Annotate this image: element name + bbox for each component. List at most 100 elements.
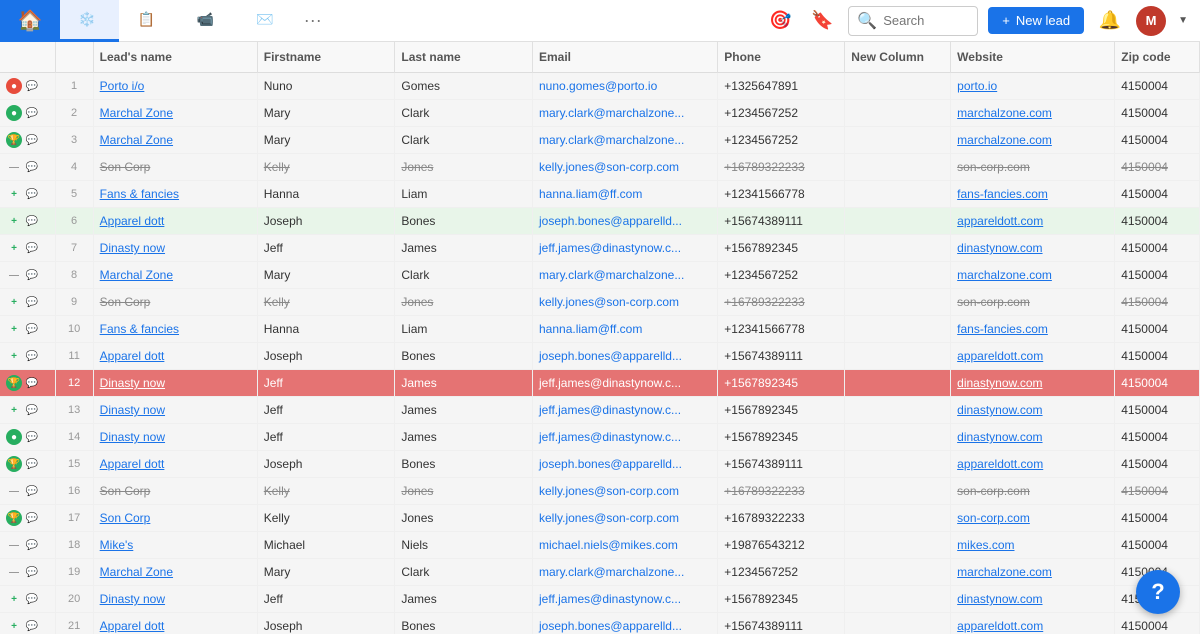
- email-cell[interactable]: michael.niels@mikes.com: [533, 532, 718, 559]
- website-value[interactable]: marchalzone.com: [957, 565, 1052, 579]
- website-cell[interactable]: dinastynow.com: [951, 424, 1115, 451]
- action-icon[interactable]: 💬: [24, 510, 40, 526]
- email-value[interactable]: mary.clark@marchalzone...: [539, 268, 684, 282]
- website-value[interactable]: appareldott.com: [957, 214, 1043, 228]
- lead-name-link[interactable]: Fans & fancies: [100, 322, 179, 336]
- lead-name-cell[interactable]: Son Corp: [93, 478, 257, 505]
- action-icon[interactable]: 💬: [24, 105, 40, 121]
- website-value[interactable]: dinastynow.com: [957, 241, 1042, 255]
- lead-name-link[interactable]: Fans & fancies: [100, 187, 179, 201]
- website-cell[interactable]: son-corp.com: [951, 289, 1115, 316]
- website-cell[interactable]: mikes.com: [951, 532, 1115, 559]
- lead-name-link[interactable]: Marchal Zone: [100, 565, 173, 579]
- website-cell[interactable]: dinastynow.com: [951, 586, 1115, 613]
- email-value[interactable]: kelly.jones@son-corp.com: [539, 160, 679, 174]
- email-value[interactable]: joseph.bones@apparelld...: [539, 457, 682, 471]
- action-icon[interactable]: +: [6, 213, 22, 229]
- help-button[interactable]: ?: [1136, 570, 1180, 614]
- home-icon-wrap[interactable]: 🏠: [0, 0, 60, 42]
- action-icon[interactable]: 💬: [24, 591, 40, 607]
- lead-name-link[interactable]: Dinasty now: [100, 376, 165, 390]
- action-icon[interactable]: ●: [6, 105, 22, 121]
- tab-clients[interactable]: 📹: [179, 0, 238, 42]
- bookmark-icon-btn[interactable]: 🔖: [806, 5, 838, 37]
- action-icon[interactable]: 💬: [24, 294, 40, 310]
- lead-name-cell[interactable]: Marchal Zone: [93, 127, 257, 154]
- lead-name-cell[interactable]: Fans & fancies: [93, 316, 257, 343]
- action-icon[interactable]: 💬: [24, 537, 40, 553]
- website-value[interactable]: dinastynow.com: [957, 403, 1042, 417]
- action-icon[interactable]: 💬: [24, 456, 40, 472]
- action-icon[interactable]: —: [6, 483, 22, 499]
- action-icon[interactable]: 💬: [24, 213, 40, 229]
- lead-name-link[interactable]: Dinasty now: [100, 592, 165, 606]
- lead-name-cell[interactable]: Son Corp: [93, 154, 257, 181]
- website-value[interactable]: dinastynow.com: [957, 376, 1042, 390]
- email-cell[interactable]: joseph.bones@apparelld...: [533, 451, 718, 478]
- website-value[interactable]: fans-fancies.com: [957, 187, 1048, 201]
- lead-name-link[interactable]: Apparel dott: [100, 619, 165, 633]
- lead-name-cell[interactable]: Apparel dott: [93, 208, 257, 235]
- email-cell[interactable]: hanna.liam@ff.com: [533, 316, 718, 343]
- email-cell[interactable]: mary.clark@marchalzone...: [533, 127, 718, 154]
- lead-name-cell[interactable]: Dinasty now: [93, 397, 257, 424]
- website-cell[interactable]: marchalzone.com: [951, 100, 1115, 127]
- website-value[interactable]: son-corp.com: [957, 511, 1030, 525]
- email-value[interactable]: jeff.james@dinastynow.c...: [539, 430, 681, 444]
- website-cell[interactable]: appareldott.com: [951, 343, 1115, 370]
- lead-name-cell[interactable]: Fans & fancies: [93, 181, 257, 208]
- lead-name-link[interactable]: Marchal Zone: [100, 268, 173, 282]
- email-value[interactable]: nuno.gomes@porto.io: [539, 79, 657, 93]
- email-value[interactable]: joseph.bones@apparelld...: [539, 619, 682, 633]
- lead-name-cell[interactable]: Marchal Zone: [93, 262, 257, 289]
- website-value[interactable]: dinastynow.com: [957, 592, 1042, 606]
- tab-cold-prospects[interactable]: ❄️: [60, 0, 119, 42]
- email-value[interactable]: jeff.james@dinastynow.c...: [539, 241, 681, 255]
- lead-name-cell[interactable]: Son Corp: [93, 505, 257, 532]
- lead-name-link[interactable]: Marchal Zone: [100, 133, 173, 147]
- action-icon[interactable]: +: [6, 294, 22, 310]
- lead-name-link[interactable]: Son Corp: [100, 295, 151, 309]
- lead-name-cell[interactable]: Dinasty now: [93, 424, 257, 451]
- action-icon[interactable]: ●: [6, 78, 22, 94]
- action-icon[interactable]: 💬: [24, 132, 40, 148]
- email-cell[interactable]: kelly.jones@son-corp.com: [533, 478, 718, 505]
- lead-name-cell[interactable]: Porto i/o: [93, 73, 257, 100]
- lead-name-cell[interactable]: Marchal Zone: [93, 100, 257, 127]
- website-value[interactable]: marchalzone.com: [957, 106, 1052, 120]
- action-icon[interactable]: ●: [6, 429, 22, 445]
- lead-name-cell[interactable]: Marchal Zone: [93, 559, 257, 586]
- website-value[interactable]: son-corp.com: [957, 160, 1030, 174]
- lead-name-link[interactable]: Mike's: [100, 538, 134, 552]
- lead-name-link[interactable]: Dinasty now: [100, 403, 165, 417]
- lead-name-cell[interactable]: Apparel dott: [93, 613, 257, 634]
- action-icon[interactable]: +: [6, 240, 22, 256]
- email-cell[interactable]: jeff.james@dinastynow.c...: [533, 397, 718, 424]
- website-value[interactable]: appareldott.com: [957, 619, 1043, 633]
- email-cell[interactable]: jeff.james@dinastynow.c...: [533, 370, 718, 397]
- action-icon[interactable]: 💬: [24, 186, 40, 202]
- website-value[interactable]: porto.io: [957, 79, 997, 93]
- action-icon[interactable]: 💬: [24, 321, 40, 337]
- lead-name-cell[interactable]: Dinasty now: [93, 586, 257, 613]
- lead-name-link[interactable]: Son Corp: [100, 511, 151, 525]
- email-value[interactable]: kelly.jones@son-corp.com: [539, 511, 679, 525]
- email-value[interactable]: joseph.bones@apparelld...: [539, 214, 682, 228]
- website-cell[interactable]: dinastynow.com: [951, 397, 1115, 424]
- new-lead-button[interactable]: + New lead: [988, 7, 1084, 34]
- action-icon[interactable]: —: [6, 537, 22, 553]
- website-value[interactable]: marchalzone.com: [957, 133, 1052, 147]
- action-icon[interactable]: +: [6, 321, 22, 337]
- action-icon[interactable]: 🏆: [6, 456, 22, 472]
- website-cell[interactable]: appareldott.com: [951, 613, 1115, 634]
- lead-name-link[interactable]: Marchal Zone: [100, 106, 173, 120]
- lead-name-link[interactable]: Son Corp: [100, 160, 151, 174]
- action-icon[interactable]: —: [6, 267, 22, 283]
- action-icon[interactable]: 💬: [24, 375, 40, 391]
- email-cell[interactable]: mary.clark@marchalzone...: [533, 100, 718, 127]
- website-cell[interactable]: marchalzone.com: [951, 559, 1115, 586]
- action-icon[interactable]: 💬: [24, 78, 40, 94]
- action-icon[interactable]: +: [6, 348, 22, 364]
- action-icon[interactable]: +: [6, 591, 22, 607]
- email-value[interactable]: kelly.jones@son-corp.com: [539, 295, 679, 309]
